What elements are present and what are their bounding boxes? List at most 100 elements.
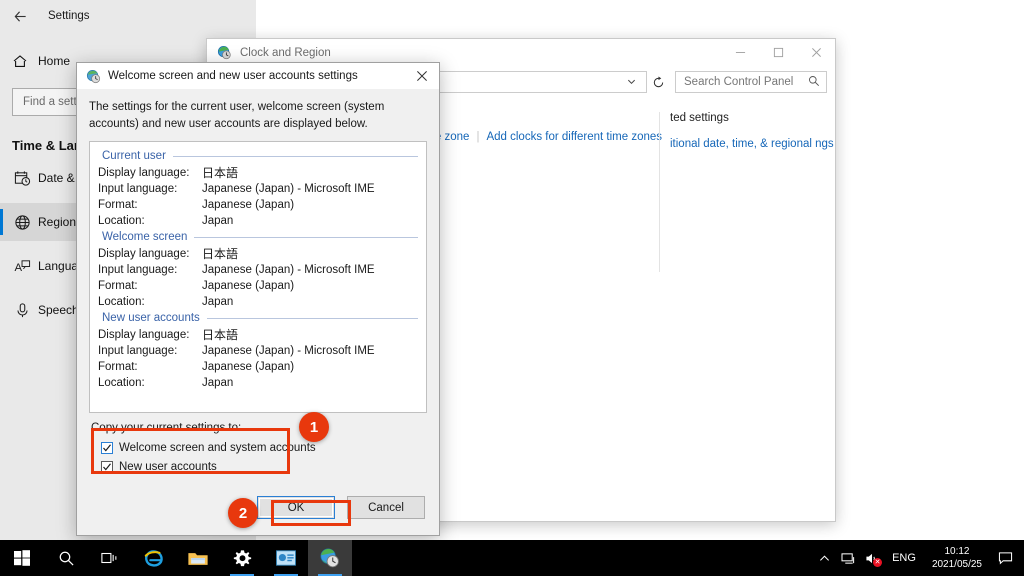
group-header-label: Welcome screen bbox=[102, 231, 188, 244]
row-value: 日本語 bbox=[202, 166, 239, 181]
row-value: Japanese (Japan) bbox=[202, 361, 295, 374]
cancel-button[interactable]: Cancel bbox=[347, 496, 425, 519]
internet-explorer-button[interactable] bbox=[132, 540, 176, 576]
network-icon[interactable] bbox=[836, 540, 860, 576]
related-settings-title: ted settings bbox=[670, 112, 729, 124]
ok-button-label: OK bbox=[287, 501, 305, 514]
control-panel-search-input[interactable]: Search Control Panel bbox=[675, 71, 827, 93]
annotation-badge-2: 2 bbox=[228, 498, 258, 528]
minimize-button[interactable] bbox=[721, 39, 759, 66]
summary-row: Location: Japan bbox=[98, 375, 418, 391]
globe-icon bbox=[6, 214, 38, 231]
region-settings-taskbar-button[interactable] bbox=[264, 540, 308, 576]
system-tray: ✕ ENG 10:12 2021/05/25 bbox=[812, 540, 1024, 576]
task-view-button[interactable] bbox=[88, 540, 132, 576]
row-value: Japan bbox=[202, 296, 234, 309]
clock-time: 10:12 bbox=[944, 546, 970, 557]
related-settings-panel: ted settings itional date, time, & regio… bbox=[659, 112, 835, 272]
clock-date: 2021/05/25 bbox=[931, 559, 982, 570]
annotation-badge-1: 1 bbox=[299, 412, 329, 442]
row-key: Display language: bbox=[98, 329, 190, 342]
additional-regional-settings-link[interactable]: itional date, time, & regional ngs bbox=[670, 136, 835, 153]
start-button[interactable] bbox=[0, 540, 44, 576]
copy-settings-checkbox-group: Welcome screen and system accounts New u… bbox=[101, 438, 427, 476]
group-header-rule bbox=[194, 236, 418, 238]
checkbox-welcome-screen-and-system-accounts[interactable]: Welcome screen and system accounts bbox=[101, 438, 427, 457]
sidebar-item-home-label: Home bbox=[38, 54, 71, 68]
row-key: Format: bbox=[98, 280, 138, 293]
calendar-clock-icon bbox=[6, 170, 38, 187]
group-header-rule bbox=[206, 317, 418, 319]
add-clocks-link[interactable]: Add clocks for different time zones bbox=[486, 131, 662, 143]
close-icon[interactable] bbox=[405, 63, 439, 89]
group-header-rule bbox=[172, 155, 418, 157]
close-button[interactable] bbox=[797, 39, 835, 66]
maximize-button[interactable] bbox=[759, 39, 797, 66]
settings-summary-panel: Current user Display language: 日本語 Input… bbox=[89, 141, 427, 414]
language-indicator[interactable]: ENG bbox=[884, 552, 924, 564]
sidebar-item-region-label: Region bbox=[38, 215, 77, 229]
row-key: Location: bbox=[98, 296, 145, 309]
checkbox-new-user-accounts[interactable]: New user accounts bbox=[101, 457, 427, 476]
row-value: Japan bbox=[202, 377, 234, 390]
summary-row: Display language: 日本語 bbox=[98, 165, 418, 181]
group-header-label: Current user bbox=[102, 150, 166, 163]
ok-button[interactable]: OK bbox=[257, 496, 335, 519]
dialog-title: Welcome screen and new user accounts set… bbox=[108, 70, 358, 82]
row-value: Japanese (Japan) - Microsoft IME bbox=[202, 183, 375, 196]
volume-muted-icon[interactable]: ✕ bbox=[860, 540, 884, 576]
control-panel-title: Clock and Region bbox=[240, 46, 331, 59]
welcome-screen-settings-dialog: Welcome screen and new user accounts set… bbox=[76, 62, 440, 536]
summary-row: Input language: Japanese (Japan) - Micro… bbox=[98, 262, 418, 278]
checkbox-label: Welcome screen and system accounts bbox=[119, 441, 316, 454]
link-divider: | bbox=[476, 131, 480, 143]
dialog-buttons: OK Cancel bbox=[77, 496, 439, 519]
row-key: Display language: bbox=[98, 167, 190, 180]
row-key: Format: bbox=[98, 361, 138, 374]
summary-row: Format: Japanese (Japan) bbox=[98, 359, 418, 375]
row-key: Input language: bbox=[98, 183, 178, 196]
checkbox-label: New user accounts bbox=[119, 460, 217, 473]
summary-row: Format: Japanese (Japan) bbox=[98, 197, 418, 213]
checkbox-checked-icon bbox=[101, 441, 113, 454]
desktop-screen: Settings Home Find a setting Time & Lang… bbox=[0, 0, 1024, 576]
file-explorer-button[interactable] bbox=[176, 540, 220, 576]
row-value: 日本語 bbox=[202, 328, 239, 343]
summary-row: Display language: 日本語 bbox=[98, 246, 418, 262]
group-header-new-user-accounts: New user accounts bbox=[102, 312, 418, 324]
dialog-description: The settings for the current user, welco… bbox=[89, 101, 385, 130]
row-value: Japanese (Japan) - Microsoft IME bbox=[202, 264, 375, 277]
chevron-down-icon[interactable] bbox=[621, 77, 642, 88]
row-key: Location: bbox=[98, 377, 145, 390]
row-value: Japanese (Japan) bbox=[202, 199, 295, 212]
chevron-up-icon[interactable] bbox=[812, 540, 836, 576]
settings-taskbar-button[interactable] bbox=[220, 540, 264, 576]
mute-badge: ✕ bbox=[873, 558, 883, 567]
notification-icon[interactable] bbox=[990, 540, 1020, 576]
dialog-body: The settings for the current user, welco… bbox=[77, 89, 439, 519]
row-key: Location: bbox=[98, 215, 145, 228]
taskbar: ✕ ENG 10:12 2021/05/25 bbox=[0, 540, 1024, 576]
cancel-button-label: Cancel bbox=[368, 501, 404, 514]
group-header-label: New user accounts bbox=[102, 312, 200, 325]
svg-text:A: A bbox=[14, 262, 22, 274]
dialog-titlebar: Welcome screen and new user accounts set… bbox=[77, 63, 439, 89]
row-key: Input language: bbox=[98, 264, 178, 277]
microphone-icon bbox=[6, 302, 38, 319]
clock-and-region-taskbar-button[interactable] bbox=[308, 540, 352, 576]
group-header-welcome-screen: Welcome screen bbox=[102, 231, 418, 243]
settings-titlebar: Settings bbox=[0, 0, 256, 32]
sidebar-item-speech-label: Speech bbox=[38, 303, 79, 317]
region-globe-icon bbox=[85, 68, 101, 84]
language-icon: A bbox=[6, 258, 38, 275]
copy-settings-label: Copy your current settings to: bbox=[91, 422, 242, 435]
refresh-icon[interactable] bbox=[647, 71, 669, 93]
search-button[interactable] bbox=[44, 540, 88, 576]
back-arrow-icon[interactable] bbox=[0, 0, 40, 32]
checkbox-checked-icon bbox=[101, 460, 113, 473]
row-key: Format: bbox=[98, 199, 138, 212]
row-value: Japanese (Japan) - Microsoft IME bbox=[202, 345, 375, 358]
row-value: 日本語 bbox=[202, 247, 239, 262]
clock[interactable]: 10:12 2021/05/25 bbox=[924, 545, 990, 571]
summary-row: Format: Japanese (Japan) bbox=[98, 278, 418, 294]
